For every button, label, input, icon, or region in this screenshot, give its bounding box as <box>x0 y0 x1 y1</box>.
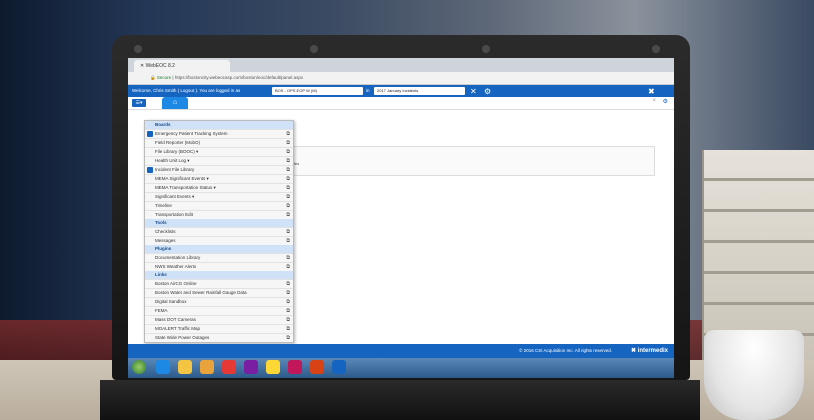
open-window-icon[interactable]: ⧉ <box>286 316 290 324</box>
bezel-dot-camera <box>310 45 318 53</box>
open-window-icon[interactable]: ⧉ <box>286 211 290 219</box>
navigation-menu: Boards Emergency Patient Tracking System… <box>144 120 294 343</box>
open-window-icon[interactable]: ⧉ <box>286 254 290 262</box>
bezel-dot-left <box>134 45 142 53</box>
address-bar[interactable]: 🔒 Secure | https://bostoncity.webeocasp.… <box>128 72 674 85</box>
menu-item-mass-dot-cameras[interactable]: Mass DOT Cameras ⧉ <box>145 315 293 324</box>
home-tab[interactable]: ⌂ <box>162 97 188 109</box>
menu-item-mema-significant-events[interactable]: MEMA Significant Events ▾ ⧉ <box>145 174 293 183</box>
webeoc-topbar: Welcome, Chris Smith ( Logout ). You are… <box>128 85 674 97</box>
menu-item-file-library[interactable]: File Library (BOOC) ▾ ⧉ <box>145 147 293 156</box>
menu-item-health-unit-log[interactable]: Health Unit Log ▾ ⧉ <box>145 156 293 165</box>
intermedix-mark-icon: ✖ <box>630 348 638 354</box>
menu-item-field-reporter[interactable]: Field Reporter (MobO) ⧉ <box>145 138 293 147</box>
home-icon: ⌂ <box>172 99 178 106</box>
lock-icon: 🔒 <box>150 75 156 80</box>
media-taskbar-icon[interactable] <box>200 360 214 374</box>
menu-button[interactable]: ☰▾ <box>132 99 146 107</box>
menu-item-fema[interactable]: FEMA ⧉ <box>145 306 293 315</box>
menu-item-boston-aircg[interactable]: Boston AirCG Online ⧉ <box>145 279 293 288</box>
menu-item-messages[interactable]: Messages ⧉ <box>145 236 293 245</box>
menu-item-nws-weather-alerts[interactable]: NWS Weather Alerts ⧉ <box>145 262 293 271</box>
onenote-taskbar-icon[interactable] <box>244 360 258 374</box>
menu-item-checklists[interactable]: Checklists ⧉ <box>145 227 293 236</box>
open-window-icon[interactable]: ⧉ <box>286 280 290 288</box>
copyright-text: © 2016 CSI Acquisition Inc. All rights r… <box>519 348 612 353</box>
open-window-icon[interactable]: ⧉ <box>286 175 290 183</box>
menu-item-mema-transportation-status[interactable]: MEMA Transportation Status ▾ ⧉ <box>145 183 293 192</box>
secure-label: Secure <box>156 75 172 80</box>
start-button[interactable] <box>132 360 146 374</box>
open-window-icon[interactable]: ⧉ <box>286 193 290 201</box>
open-window-icon[interactable]: ⧉ <box>286 325 290 333</box>
url-text: https://bostoncity.webeocasp.com/boston/… <box>174 75 304 80</box>
open-window-icon[interactable]: ⧉ <box>286 157 290 165</box>
windows-taskbar <box>128 358 674 378</box>
open-window-icon[interactable]: ⧉ <box>286 298 290 306</box>
open-window-icon[interactable]: ⧉ <box>286 237 290 245</box>
menu-item-timeline[interactable]: Timeline ⧉ <box>145 201 293 210</box>
board-badge-icon <box>147 167 153 173</box>
panel-settings-icon[interactable]: ⚙ <box>663 98 668 105</box>
menu-item-emergency-patient-tracking[interactable]: Emergency Patient Tracking System ⧉ <box>145 129 293 138</box>
open-window-icon[interactable]: ⧉ <box>286 202 290 210</box>
bezel-dot-sensor <box>482 45 490 53</box>
content-panel: files <box>283 146 655 176</box>
close-panel-icon[interactable]: × <box>652 98 656 104</box>
laptop-keyboard <box>100 380 700 420</box>
open-window-icon[interactable]: ⧉ <box>286 139 290 147</box>
intermedix-logo: ✖ intermedix <box>630 348 668 354</box>
browser-tab-strip: ✕ WebEOC 8.2 <box>128 58 674 72</box>
menu-section-plugins: Plugins <box>145 245 293 253</box>
ie-taskbar-icon[interactable] <box>156 360 170 374</box>
browser-tab-title: WebEOC 8.2 <box>145 63 175 69</box>
menu-section-tools: Tools <box>145 219 293 227</box>
menu-item-moalert-traffic-map[interactable]: MOALERT Traffic Map ⧉ <box>145 324 293 333</box>
open-window-icon[interactable]: ⧉ <box>286 166 290 174</box>
word-taskbar-icon[interactable] <box>332 360 346 374</box>
menu-item-documentation-library[interactable]: Documentation Library ⧉ <box>145 253 293 262</box>
chrome-taskbar-icon[interactable] <box>222 360 236 374</box>
sticky-notes-taskbar-icon[interactable] <box>266 360 280 374</box>
webeoc-footer: © 2016 CSI Acquisition Inc. All rights r… <box>128 344 674 358</box>
open-window-icon[interactable]: ⧉ <box>286 184 290 192</box>
menu-section-links: Links <box>145 271 293 279</box>
welcome-text: Welcome, Chris Smith ( Logout ). You are… <box>132 88 241 93</box>
in-label: in <box>366 88 370 93</box>
subtoolbar: ☰▾ ⌂ × ⚙ <box>128 97 674 110</box>
menu-item-digital-sandbox[interactable]: Digital Sandbox ⧉ <box>145 297 293 306</box>
browser-screen: ✕ WebEOC 8.2 🔒 Secure | https://bostonci… <box>128 58 674 378</box>
bezel-dot-right <box>652 45 660 53</box>
coffee-cup <box>704 330 804 420</box>
open-window-icon[interactable]: ⧉ <box>286 228 290 236</box>
position-select[interactable]: BOS - OPS EOP W (M) <box>272 87 363 95</box>
book-stack <box>702 150 814 367</box>
menu-item-state-wide-power-outages[interactable]: State Wide Power Outages ⧉ <box>145 333 293 342</box>
incident-select[interactable]: 2017 January Incidents <box>374 87 465 95</box>
browser-tab[interactable]: ✕ WebEOC 8.2 <box>134 60 230 72</box>
board-badge-icon <box>147 131 153 137</box>
open-window-icon[interactable]: ⧉ <box>286 289 290 297</box>
explorer-taskbar-icon[interactable] <box>178 360 192 374</box>
menu-section-boards: Boards <box>145 121 293 129</box>
open-window-icon[interactable]: ⧉ <box>286 307 290 315</box>
open-window-icon[interactable]: ⧉ <box>286 148 290 156</box>
open-window-icon[interactable]: ⧉ <box>286 334 290 342</box>
open-window-icon[interactable]: ⧉ <box>286 130 290 138</box>
menu-item-significant-events[interactable]: Significant Events ▾ ⧉ <box>145 192 293 201</box>
menu-item-transportation-edit[interactable]: Transportation Edit ⧉ <box>145 210 293 219</box>
menu-item-incident-file-library[interactable]: Incident File Library ⧉ <box>145 165 293 174</box>
open-window-icon[interactable]: ⧉ <box>286 263 290 271</box>
publisher-taskbar-icon[interactable] <box>288 360 302 374</box>
powerpoint-taskbar-icon[interactable] <box>310 360 324 374</box>
menu-item-boston-water-sewer[interactable]: Boston Water and Sewer Rainfall Gauge Da… <box>145 288 293 297</box>
